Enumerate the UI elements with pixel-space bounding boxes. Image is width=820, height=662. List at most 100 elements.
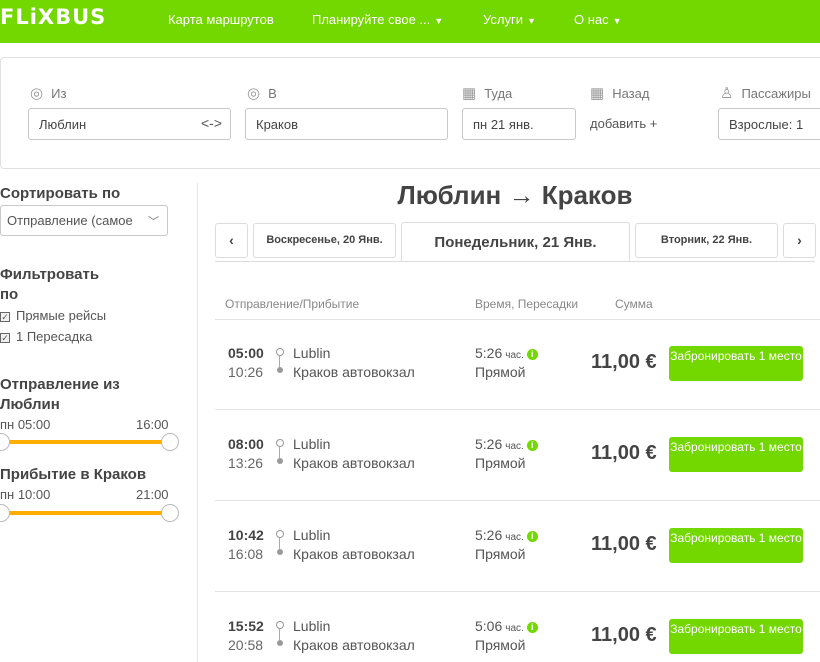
nav-link-label: Услуги <box>483 12 523 27</box>
chevron-down-icon: ▼ <box>434 16 444 26</box>
passengers-input[interactable]: Взрослые: 1 <box>718 108 820 140</box>
trip-price: 11,00 € <box>591 442 657 464</box>
info-icon[interactable]: i <box>526 349 538 360</box>
route-title: Люблин → Краков <box>397 180 633 210</box>
from-label-text: Из <box>51 86 67 101</box>
destination-dot-icon <box>277 367 283 373</box>
filter-one-transfer[interactable]: ✓ 1 Пересадка <box>0 329 92 344</box>
passengers-value: Взрослые: 1 <box>729 117 804 132</box>
return-label: ▦ Назад <box>590 84 649 102</box>
arrival-time: 13:26 <box>228 455 264 471</box>
nav-link-label: О нас <box>574 12 609 27</box>
trip-row: 08:00 13:26 Lublin Краков автовокзал 5:2… <box>215 411 820 501</box>
column-header-route: Отправление/Прибытие <box>225 297 360 311</box>
arrival-slider-track <box>4 511 170 515</box>
destination-station: Краков автовокзал <box>293 546 415 562</box>
origin-pin-icon <box>276 621 284 629</box>
info-icon[interactable]: i <box>526 622 538 633</box>
nav-link-route-map[interactable]: Карта маршрутов <box>168 12 274 27</box>
book-button[interactable]: Забронировать 1 место <box>669 346 803 381</box>
duration-value: 5:26 <box>475 345 503 361</box>
depart-value: пн 21 янв. <box>473 117 534 132</box>
departure-time: 15:52 <box>228 618 264 634</box>
departure-slider-min-handle[interactable] <box>0 433 10 451</box>
filter-direct-label: Прямые рейсы <box>16 308 107 323</box>
filter-direct[interactable]: ✓ Прямые рейсы <box>0 308 106 323</box>
arrival-slider-max-handle[interactable] <box>161 504 179 522</box>
filter-title-line2: по <box>0 286 19 303</box>
departure-time: 10:42 <box>228 527 264 543</box>
checkbox-checked[interactable]: ✓ <box>0 312 10 322</box>
origin-station: Lublin <box>293 527 331 543</box>
calendar-icon: ▦ <box>462 85 477 102</box>
origin-pin-icon <box>276 530 284 538</box>
column-header-sum: Сумма <box>615 297 653 311</box>
duration: 5:26 час. i <box>475 436 538 452</box>
arrival-time: 20:58 <box>228 637 264 653</box>
duration-unit: час. <box>505 350 524 361</box>
depart-label: ▦ Туда <box>462 84 512 102</box>
book-button[interactable]: Забронировать 1 место <box>669 437 803 472</box>
passengers-label-text: Пассажиры <box>741 86 811 101</box>
departure-slider-max-handle[interactable] <box>161 433 179 451</box>
filter-one-transfer-label: 1 Пересадка <box>16 329 93 344</box>
flixbus-logo[interactable]: FLiXBUS <box>0 5 106 29</box>
arrival-time: 16:08 <box>228 546 264 562</box>
departure-filter-title: Отправление из Люблин <box>0 375 120 415</box>
add-return-link[interactable]: добавить + <box>590 116 657 131</box>
nav-link-plan-trip[interactable]: Планируйте свое ... ▼ <box>312 12 443 27</box>
book-button[interactable]: Забронировать 1 место <box>669 619 803 654</box>
destination-station: Краков автовокзал <box>293 637 415 653</box>
trip-price: 11,00 € <box>591 624 657 646</box>
info-icon[interactable]: i <box>526 440 538 451</box>
chevron-down-icon: ▼ <box>612 16 622 26</box>
trip-type: Прямой <box>475 546 526 562</box>
to-input[interactable]: Краков <box>245 108 448 140</box>
trip-row: 10:42 16:08 Lublin Краков автовокзал 5:2… <box>215 502 820 592</box>
checkbox-checked[interactable]: ✓ <box>0 333 10 343</box>
departure-title-line2: Люблин <box>0 396 60 413</box>
depart-date-input[interactable]: пн 21 янв. <box>462 108 576 140</box>
sort-select[interactable]: Отправление (самое ﹀ <box>0 205 168 236</box>
filter-title-line1: Фильтровать <box>0 266 100 283</box>
trip-type: Прямой <box>475 455 526 471</box>
arrival-max: 21:00 <box>136 487 169 502</box>
location-pin-icon: ◎ <box>247 85 261 102</box>
origin-pin-icon <box>276 439 284 447</box>
duration: 5:06 час. i <box>475 618 538 634</box>
nav-link-label: Карта маршрутов <box>168 12 274 27</box>
duration-value: 5:26 <box>475 527 503 543</box>
nav-link-about[interactable]: О нас ▼ <box>574 12 622 27</box>
trip-row: 15:52 20:58 Lublin Краков автовокзал 5:0… <box>215 593 820 662</box>
origin-pin-icon <box>276 348 284 356</box>
info-icon[interactable]: i <box>526 531 538 542</box>
calendar-icon: ▦ <box>590 85 605 102</box>
to-value: Краков <box>256 117 299 132</box>
departure-slider-track <box>4 440 170 444</box>
depart-label-text: Туда <box>484 86 513 101</box>
duration: 5:26 час. i <box>475 527 538 543</box>
trip-type: Прямой <box>475 637 526 653</box>
tab-prev-day[interactable]: Воскресенье, 20 Янв. <box>253 223 396 258</box>
tab-active-day[interactable]: Понедельник, 21 Янв. <box>401 222 630 262</box>
duration-unit: час. <box>505 441 524 452</box>
next-day-button[interactable]: › <box>783 223 816 258</box>
column-header-time: Время, Пересадки <box>475 297 579 311</box>
arrival-min: пн 10:00 <box>0 487 51 502</box>
tab-next-day[interactable]: Вторник, 22 Янв. <box>635 223 778 258</box>
nav-link-services[interactable]: Услуги ▼ <box>483 12 536 27</box>
book-button[interactable]: Забронировать 1 место <box>669 528 803 563</box>
chevron-down-icon: ▼ <box>526 16 536 26</box>
from-label: ◎ Из <box>30 84 66 102</box>
origin-station: Lublin <box>293 345 331 361</box>
swap-direction-icon[interactable]: <-> <box>201 115 222 131</box>
from-input[interactable]: Люблин <-> <box>28 108 231 140</box>
trip-row: 05:00 10:26 Lublin Краков автовокзал 5:2… <box>215 320 820 410</box>
arrival-slider-min-handle[interactable] <box>0 504 10 522</box>
location-pin-icon: ◎ <box>30 85 44 102</box>
duration-value: 5:26 <box>475 436 503 452</box>
departure-time: 08:00 <box>228 436 264 452</box>
sidebar-divider <box>197 183 198 662</box>
prev-day-button[interactable]: ‹ <box>215 223 248 258</box>
to-label-text: В <box>268 86 277 101</box>
